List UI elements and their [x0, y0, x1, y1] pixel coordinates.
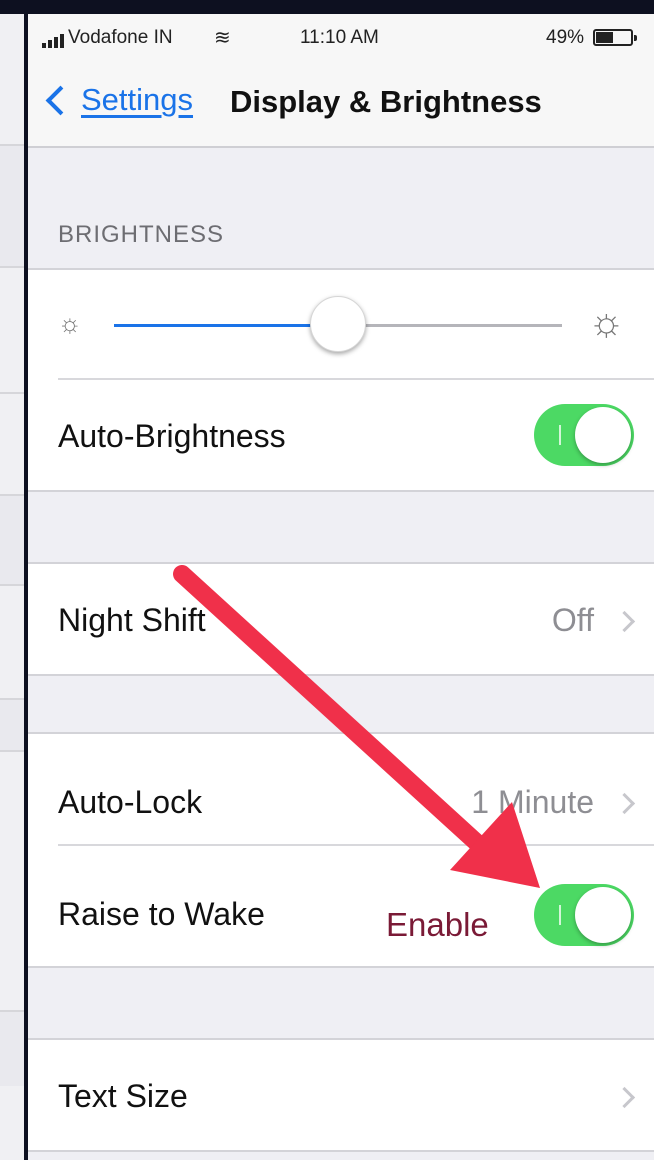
- auto-lock-row[interactable]: Auto-Lock 1 Minute: [28, 734, 654, 846]
- auto-brightness-row: Auto-Brightness: [28, 380, 654, 490]
- auto-brightness-label: Auto-Brightness: [58, 418, 286, 454]
- back-button[interactable]: Settings: [42, 82, 193, 118]
- auto-brightness-toggle[interactable]: [534, 404, 634, 466]
- raise-to-wake-label: Raise to Wake: [58, 896, 265, 932]
- text-size-row[interactable]: Text Size: [28, 1040, 654, 1150]
- raise-to-wake-row: Raise to Wake: [28, 846, 654, 966]
- background-settings-strip: [0, 14, 24, 1160]
- navigation-bar: Settings Display & Brightness: [28, 62, 654, 148]
- night-shift-value: Off: [551, 602, 594, 638]
- chevron-right-icon: [613, 610, 636, 633]
- brightness-slider-thumb[interactable]: [310, 296, 366, 352]
- status-time: 11:10 AM: [300, 27, 379, 48]
- phone-screen: Vodafone IN ≋ 11:10 AM 49% Settings Disp…: [28, 14, 654, 1160]
- battery-percent: 49%: [546, 27, 585, 48]
- signal-strength-icon: [42, 34, 64, 48]
- chevron-right-icon: [613, 792, 636, 815]
- auto-lock-label: Auto-Lock: [58, 784, 203, 820]
- night-shift-row[interactable]: Night Shift Off: [28, 564, 654, 674]
- text-size-label: Text Size: [58, 1078, 188, 1114]
- raise-to-wake-toggle[interactable]: [534, 884, 634, 946]
- chevron-right-icon: [613, 1086, 636, 1109]
- carrier-name: Vodafone IN: [68, 27, 173, 48]
- night-shift-label: Night Shift: [58, 602, 206, 638]
- page: Vodafone IN ≋ 11:10 AM 49% Settings Disp…: [0, 0, 654, 1160]
- annotation-enable-label: Enable: [386, 906, 489, 943]
- back-button-label: Settings: [81, 82, 194, 117]
- wifi-icon: ≋: [214, 27, 231, 49]
- auto-lock-value: 1 Minute: [471, 784, 594, 820]
- brightness-low-icon: ☼: [58, 308, 82, 338]
- page-title: Display & Brightness: [230, 84, 542, 119]
- battery-icon: [593, 29, 637, 46]
- chevron-left-icon: [45, 85, 76, 115]
- brightness-high-icon: ☼: [588, 300, 625, 344]
- section-header-brightness: BRIGHTNESS: [58, 221, 225, 248]
- status-bar: Vodafone IN ≋ 11:10 AM 49%: [28, 14, 654, 62]
- brightness-slider-row: ☼ ☼: [28, 270, 654, 380]
